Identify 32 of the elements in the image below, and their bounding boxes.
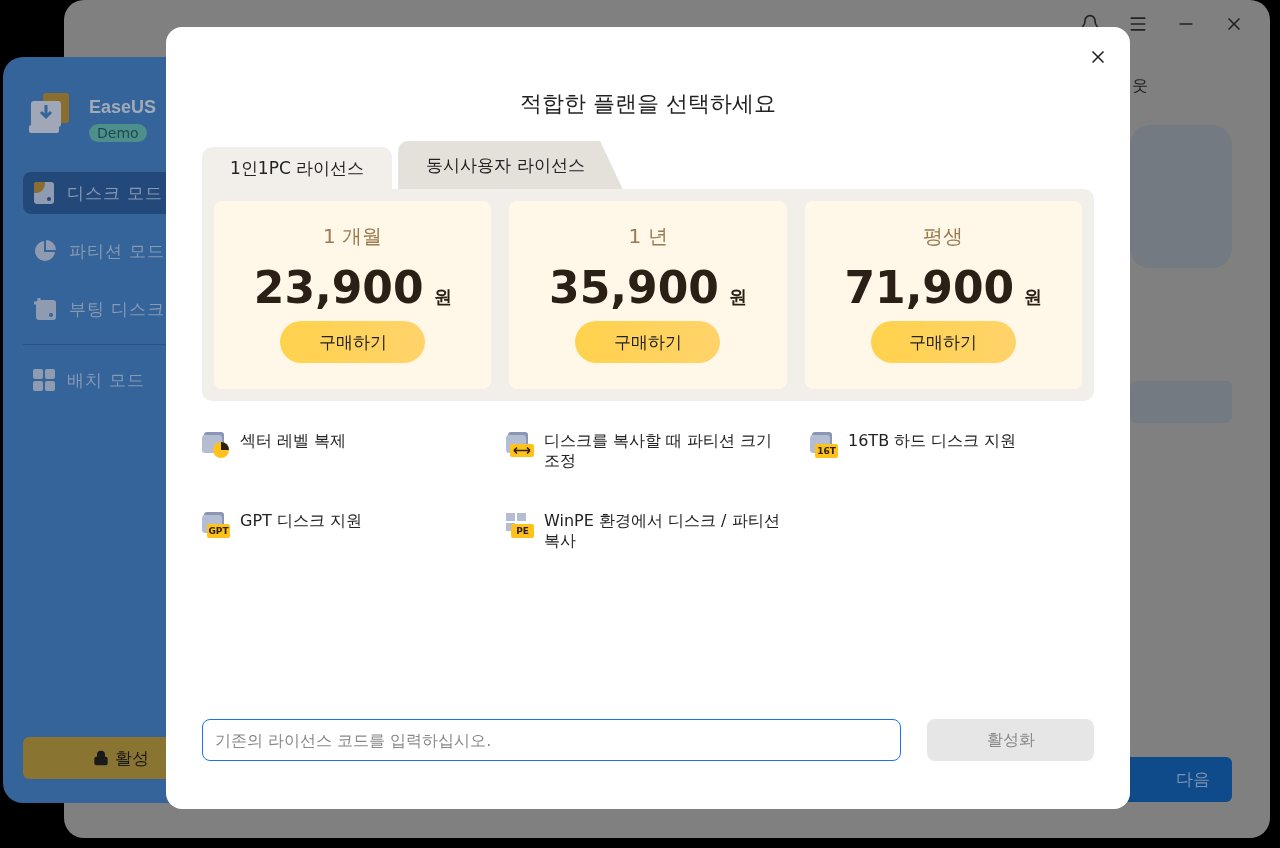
- currency: 원: [728, 285, 747, 309]
- buy-button[interactable]: 구매하기: [870, 321, 1016, 363]
- menu-icon[interactable]: [1128, 14, 1148, 34]
- disk-resize-icon: [506, 431, 534, 459]
- feature-text: 16TB 하드 디스크 지원: [848, 431, 1017, 451]
- buy-button[interactable]: 구매하기: [575, 321, 721, 363]
- demo-badge: Demo: [89, 124, 147, 142]
- plan-price: 35,900: [549, 262, 719, 313]
- lock-icon: [93, 750, 109, 766]
- currency: 원: [433, 285, 452, 309]
- dialog-title: 적합한 플랜을 선택하세요: [519, 90, 777, 118]
- disk-plus-icon: [33, 297, 57, 321]
- license-tab[interactable]: 동시사용자 라이선스: [398, 141, 623, 189]
- currency: 원: [1024, 285, 1043, 309]
- pie-chart-icon: [33, 239, 57, 263]
- plan-price: 23,900: [253, 262, 424, 313]
- disk-pie-icon: [202, 431, 230, 459]
- disk-logo-icon: [29, 93, 71, 135]
- buy-button[interactable]: 구매하기: [280, 321, 426, 363]
- feature-text: GPT 디스크 지원: [240, 511, 362, 531]
- feature-text: 디스크를 복사할 때 파티션 크기 조정: [544, 431, 774, 471]
- plan-period: 평생: [923, 223, 964, 250]
- license-code-field[interactable]: 기존의 라이선스 코드를 입력하십시오.: [202, 719, 901, 761]
- plan-price: 71,900: [844, 262, 1015, 313]
- feature-text: 섹터 레벨 복제: [240, 431, 347, 451]
- plan-period: 1 개월: [323, 223, 383, 250]
- brand-name: EaseUS: [89, 97, 157, 118]
- header-text: 웃: [1132, 76, 1148, 97]
- feature-text: WinPE 환경에서 디스크 / 파티션 복사: [544, 511, 781, 551]
- plan-period: 1 년: [628, 223, 668, 250]
- grid-icon: [33, 369, 55, 391]
- license-tab[interactable]: 1인1PC 라이선스: [202, 147, 393, 189]
